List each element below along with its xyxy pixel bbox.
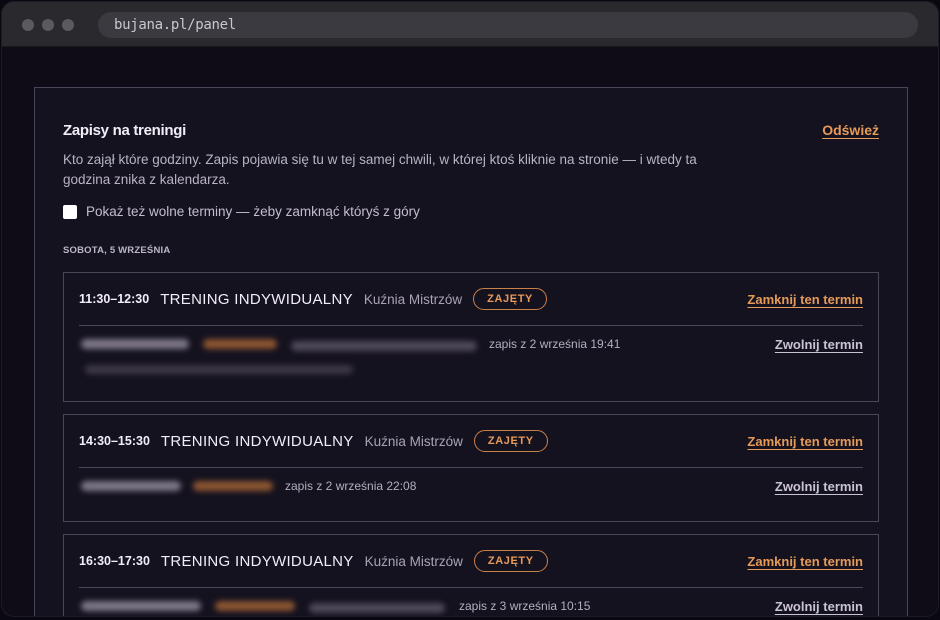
slot-card: 11:30–12:30 TRENING INDYWIDUALNY Kuźnia …: [63, 272, 879, 402]
slot-header: 16:30–17:30 TRENING INDYWIDUALNY Kuźnia …: [79, 535, 863, 588]
slot-time: 11:30–12:30: [79, 292, 150, 306]
slot-place: Kuźnia Mistrzów: [363, 291, 463, 307]
release-slot-link[interactable]: Zwolnij termin: [775, 479, 863, 494]
close-slot-link[interactable]: Zamknij ten termin: [747, 554, 863, 569]
browser-toolbar: bujana.pl/panel: [2, 2, 938, 47]
slot-time: 16:30–17:30: [79, 554, 150, 568]
signup-time: zapis z 3 września 10:15: [459, 599, 591, 613]
slot-card: 16:30–17:30 TRENING INDYWIDUALNY Kuźnia …: [63, 534, 879, 616]
blurred-note: [85, 365, 353, 374]
blurred-name: [81, 339, 189, 349]
close-slot-link[interactable]: Zamknij ten termin: [747, 434, 863, 449]
blurred-email: [291, 341, 477, 351]
signup-row: zapis z 2 września 19:41 Zwolnij termin: [79, 325, 863, 401]
browser-window: bujana.pl/panel Zapisy na treningi Odświ…: [2, 2, 938, 616]
slot-type: TRENING INDYWIDUALNY: [160, 432, 354, 450]
slot-place: Kuźnia Mistrzów: [364, 553, 463, 569]
release-slot-link[interactable]: Zwolnij termin: [775, 337, 863, 352]
blurred-tag: [215, 601, 295, 611]
page-title: Zapisy na treningi: [63, 122, 186, 139]
signup-time: zapis z 2 września 22:08: [285, 479, 417, 493]
show-free-option[interactable]: Pokaż też wolne terminy — żeby zamknąć k…: [63, 204, 420, 219]
release-slot-link[interactable]: Zwolnij termin: [775, 599, 863, 614]
window-maximize-icon[interactable]: [62, 19, 74, 31]
signup-row: zapis z 2 września 22:08 Zwolnij termin: [79, 467, 863, 521]
slot-header: 11:30–12:30 TRENING INDYWIDUALNY Kuźnia …: [79, 273, 863, 326]
slot-card: 14:30–15:30 TRENING INDYWIDUALNY Kuźnia …: [63, 414, 879, 522]
slot-place: Kuźnia Mistrzów: [364, 433, 463, 449]
slot-type: TRENING INDYWIDUALNY: [160, 552, 354, 570]
page-description: Kto zajął które godziny. Zapis pojawia s…: [63, 152, 697, 187]
status-badge: ZAJĘTY: [473, 430, 548, 452]
blurred-email: [309, 603, 445, 613]
signup-row: zapis z 3 września 10:15 Zwolnij termin: [79, 587, 863, 616]
signups-panel: Zapisy na treningi Odśwież Kto zajął któ…: [34, 87, 908, 616]
window-close-icon[interactable]: [22, 19, 34, 31]
refresh-link[interactable]: Odśwież: [822, 122, 879, 138]
window-minimize-icon[interactable]: [42, 19, 54, 31]
address-bar[interactable]: bujana.pl/panel: [98, 12, 918, 38]
blurred-tag: [193, 481, 273, 491]
blurred-name: [81, 601, 201, 611]
day-heading: SOBOTA, 5 WRZEŚNIA: [63, 245, 171, 256]
status-badge: ZAJĘTY: [473, 550, 548, 572]
blurred-name: [81, 481, 181, 491]
slot-header: 14:30–15:30 TRENING INDYWIDUALNY Kuźnia …: [79, 415, 863, 468]
signup-time: zapis z 2 września 19:41: [489, 337, 621, 351]
slot-time: 14:30–15:30: [79, 434, 150, 448]
status-badge: ZAJĘTY: [473, 288, 547, 310]
show-free-checkbox[interactable]: [63, 204, 77, 219]
close-slot-link[interactable]: Zamknij ten termin: [747, 292, 863, 307]
slot-type: TRENING INDYWIDUALNY: [160, 290, 353, 308]
blurred-tag: [203, 339, 277, 349]
show-free-label: Pokaż też wolne terminy — żeby zamknąć k…: [86, 204, 420, 219]
